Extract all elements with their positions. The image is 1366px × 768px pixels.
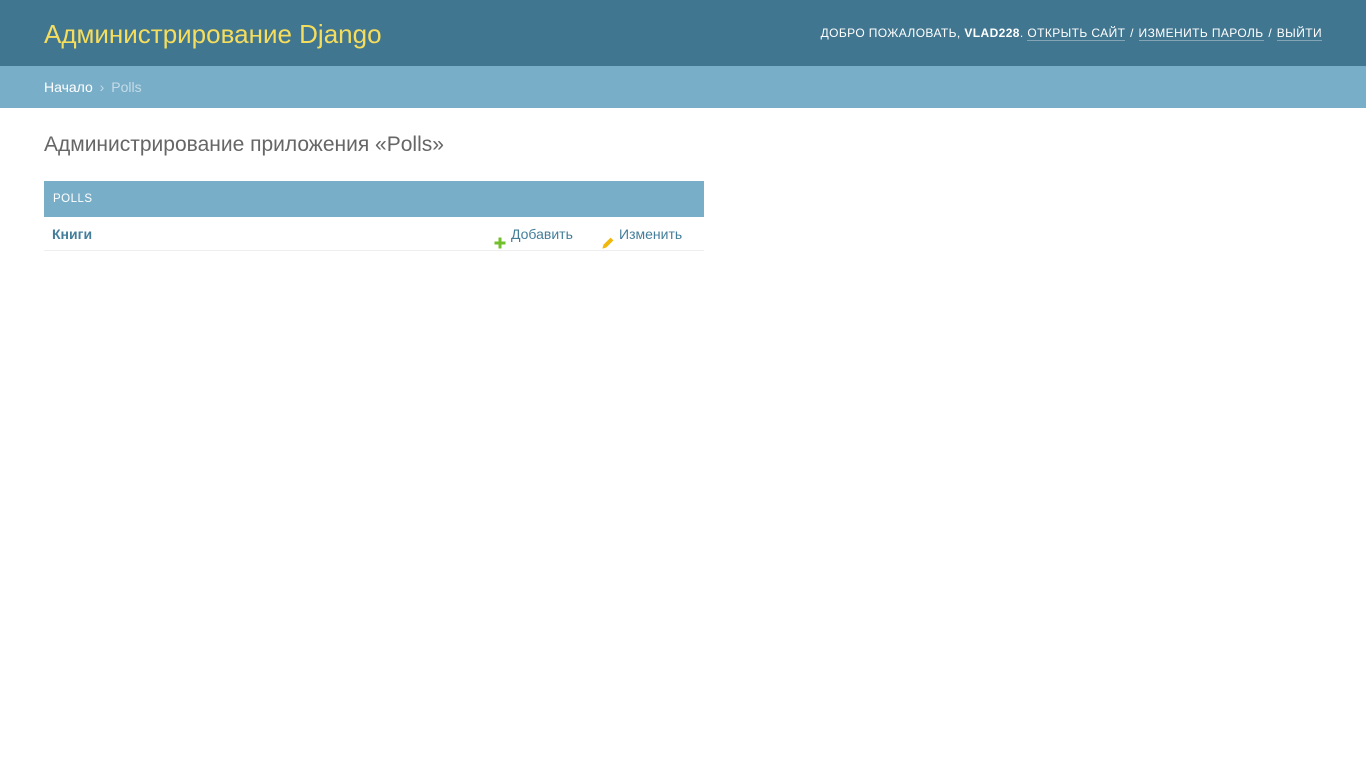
- change-password-link[interactable]: ИЗМЕНИТЬ ПАРОЛЬ: [1138, 26, 1264, 41]
- breadcrumb: Начало › Polls: [0, 66, 1366, 108]
- breadcrumb-home-link[interactable]: Начало: [44, 79, 93, 95]
- plus-icon: [494, 227, 506, 249]
- model-link-books[interactable]: Книги: [52, 217, 92, 251]
- page-title: Администрирование приложения «Polls»: [44, 133, 444, 156]
- username-suffix: .: [1019, 26, 1024, 40]
- user-tools-separator: /: [1268, 26, 1273, 40]
- header: Администрирование Django ДОБРО ПОЖАЛОВАТ…: [0, 0, 1366, 66]
- welcome-text: ДОБРО ПОЖАЛОВАТЬ,: [820, 26, 961, 40]
- logout-link[interactable]: ВЫЙТИ: [1276, 26, 1322, 41]
- breadcrumb-current: Polls: [111, 79, 142, 95]
- view-site-link[interactable]: ОТКРЫТЬ САЙТ: [1027, 26, 1126, 41]
- app-caption: Polls: [44, 181, 704, 217]
- model-row: Книги Добавить Изменить: [44, 217, 704, 251]
- pencil-icon: [602, 227, 614, 249]
- user-tools: ДОБРО ПОЖАЛОВАТЬ, VLAD228. ОТКРЫТЬ САЙТ …: [821, 24, 1322, 42]
- site-branding[interactable]: Администрирование Django: [44, 17, 382, 51]
- user-tools-separator: /: [1130, 26, 1134, 40]
- username: VLAD228: [964, 26, 1020, 40]
- change-button[interactable]: Изменить: [602, 217, 682, 251]
- app-caption-link[interactable]: Polls: [53, 193, 93, 205]
- app-module-polls: Polls Книги Добавить Изменить: [44, 181, 704, 251]
- breadcrumb-separator: ›: [99, 79, 105, 95]
- add-button[interactable]: Добавить: [494, 217, 573, 251]
- change-button-label: Изменить: [619, 226, 683, 242]
- add-button-label: Добавить: [511, 226, 573, 242]
